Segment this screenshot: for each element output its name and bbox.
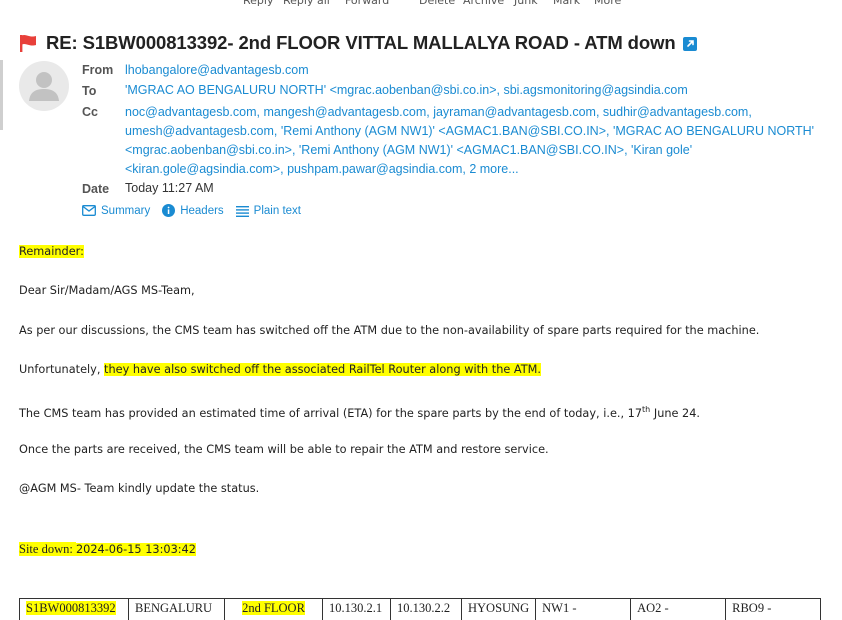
archive-button[interactable]: Archive [463, 0, 504, 8]
paragraph-3: The CMS team has provided an estimated t… [19, 402, 700, 422]
paragraph-5: @AGM MS- Team kindly update the status. [19, 482, 260, 495]
cc-line: <kiran.gole@agsindia.com>, pushpam.pawar… [125, 160, 815, 179]
paragraph-2-highlight: they have also switched off the associat… [104, 363, 541, 376]
paragraph-4: Once the parts are received, the CMS tea… [19, 443, 549, 456]
table-cell: HYOSUNG [460, 598, 537, 620]
header-view-links: Summary Headers Plain text [82, 204, 313, 217]
forward-button[interactable]: Forward [345, 0, 389, 8]
message-date: Today 11:27 AM [125, 181, 214, 195]
from-address[interactable]: lhobangalore@advantagesb.com [125, 61, 309, 80]
cc-label: Cc [82, 105, 98, 119]
plain-text-label[interactable]: Plain text [254, 205, 301, 217]
headers-link[interactable]: Headers [162, 204, 224, 217]
message-toolbar: Reply Reply all Forward Delete Archive J… [0, 0, 842, 8]
paragraph-2: Unfortunately, they have also switched o… [19, 362, 541, 378]
cc-more-link[interactable]: 2 more... [469, 162, 518, 176]
table-cell: 10.130.2.2 [390, 598, 462, 620]
cc-addresses[interactable]: noc@advantagesb.com, mangesh@advantagesb… [125, 103, 815, 179]
table-cell: S1BW000813392 [19, 598, 129, 620]
lines-icon [235, 205, 249, 217]
user-silhouette-icon [29, 72, 59, 101]
remainder-line: Remainder: [19, 244, 84, 260]
to-addresses[interactable]: 'MGRAC AO BENGALURU NORTH' <mgrac.aobenb… [125, 81, 688, 100]
table-cell: RBO9 - [725, 598, 822, 620]
from-label: From [82, 63, 114, 77]
info-icon [162, 204, 176, 217]
open-in-new-window-icon[interactable] [682, 36, 697, 51]
reply-button[interactable]: Reply [243, 0, 273, 8]
table-cell: 2nd FLOOR [224, 598, 323, 620]
table-cell: AO2 - [630, 598, 727, 620]
cc-line[interactable]: noc@advantagesb.com, mangesh@advantagesb… [125, 103, 815, 122]
message-subject: RE: S1BW000813392- 2nd FLOOR VITTAL MALL… [46, 32, 676, 53]
paragraph-2-prefix: Unfortunately, [19, 363, 105, 376]
remainder-text: Remainder: [19, 245, 84, 258]
site-details-table: S1BW000813392 BENGALURU 2nd FLOOR 10.130… [19, 598, 822, 620]
paragraph-3-prefix: The CMS team has provided an estimated t… [19, 407, 643, 420]
table-row: S1BW000813392 BENGALURU 2nd FLOOR 10.130… [19, 598, 822, 620]
table-cell: NW1 - [535, 598, 632, 620]
headers-label[interactable]: Headers [180, 205, 223, 217]
sender-avatar [19, 61, 69, 111]
list-scrollbar[interactable] [0, 60, 3, 130]
site-id-cell: S1BW000813392 [26, 601, 116, 615]
cc-line[interactable]: <mgrac.aobenban@sbi.co.in>, 'Remi Anthon… [125, 141, 815, 160]
to-label: To [82, 84, 97, 98]
subject-line: RE: S1BW000813392- 2nd FLOOR VITTAL MALL… [18, 31, 697, 55]
floor-cell: 2nd FLOOR [242, 601, 305, 615]
envelope-icon [82, 205, 96, 216]
table-cell: 10.130.2.1 [322, 598, 391, 620]
site-down-value: 2024-06-15 13:03:42 [75, 543, 196, 556]
summary-link[interactable]: Summary [82, 204, 150, 217]
junk-button[interactable]: Junk [514, 0, 538, 8]
site-down-line: Site down: 2024-06-15 13:03:42 [19, 541, 196, 558]
summary-label[interactable]: Summary [101, 205, 150, 217]
date-label: Date [82, 182, 110, 196]
mark-button[interactable]: Mark [553, 0, 580, 8]
table-cell: BENGALURU [128, 598, 225, 620]
more-button[interactable]: More [594, 0, 621, 8]
plain-text-link[interactable]: Plain text [235, 204, 301, 217]
cc-line-text[interactable]: <kiran.gole@agsindia.com>, pushpam.pawar… [125, 162, 466, 176]
cc-line[interactable]: umesh@advantagesb.com, 'Remi Anthony (AG… [125, 122, 815, 141]
site-down-label: Site down: [19, 542, 76, 556]
delete-button[interactable]: Delete [419, 0, 455, 8]
reply-all-button[interactable]: Reply all [283, 0, 330, 8]
flag-icon[interactable] [18, 33, 38, 53]
paragraph-3-suffix: June 24. [650, 407, 701, 420]
paragraph-1: As per our discussions, the CMS team has… [19, 324, 760, 337]
greeting: Dear Sir/Madam/AGS MS-Team, [19, 284, 195, 297]
